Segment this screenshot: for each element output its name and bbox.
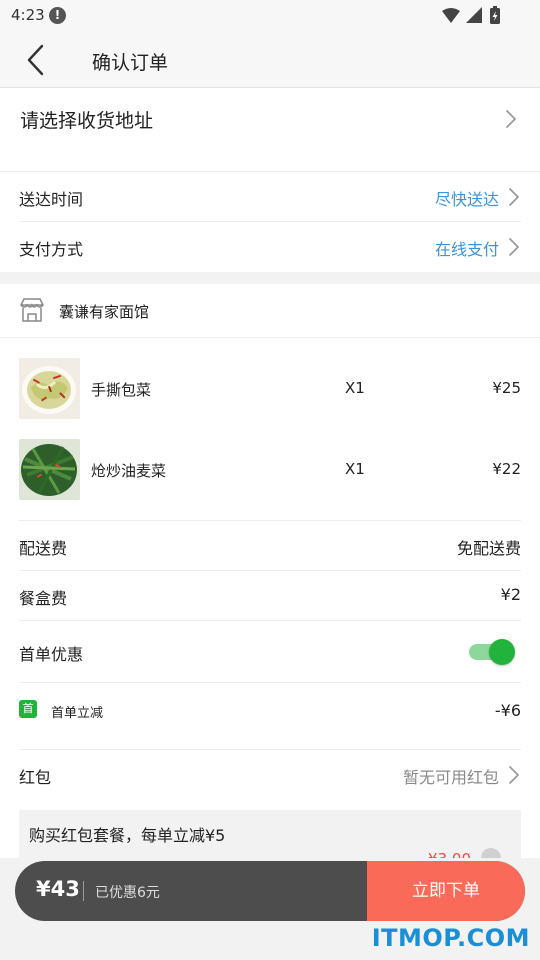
address-label: 请选择收货地址 [20, 110, 154, 132]
checkout-bar: ¥43 已优惠6元 立即下单 [15, 861, 525, 921]
delivery-fee-label: 配送费 [19, 539, 68, 558]
chevron-right-icon [509, 188, 519, 206]
first-order-discount-row: 首 首单立减 -¥6 [19, 682, 521, 748]
item-price: ¥22 [492, 460, 521, 478]
chevron-right-icon [506, 110, 516, 128]
delivery-time-label: 送达时间 [19, 190, 84, 209]
saved-amount: 已优惠6元 [95, 885, 160, 901]
delivery-fee-value: 免配送费 [456, 539, 521, 558]
first-order-badge: 首 [19, 700, 37, 718]
item-name: 手撕包菜 [91, 381, 152, 399]
first-order-discount-value: -¥6 [494, 701, 521, 720]
total-price: ¥43 [36, 877, 80, 901]
status-time: 4:23 [11, 6, 45, 24]
system-status-icons [442, 6, 500, 24]
payment-method-value: 在线支付 [434, 240, 499, 259]
item-quantity: X1 [345, 379, 365, 397]
page-title: 确认订单 [92, 52, 169, 74]
first-order-row: 首单优惠 [19, 620, 521, 682]
divider [83, 881, 84, 901]
chevron-right-icon [509, 238, 519, 256]
first-order-discount-label: 首单立减 [51, 706, 104, 721]
dish-image-cabbage [19, 358, 80, 419]
watermark: ITMOP.COM [371, 924, 530, 952]
delivery-fee-row: 配送费 免配送费 [19, 520, 521, 570]
box-fee-row: 餐盒费 ¥2 [19, 570, 521, 620]
red-packet-row[interactable]: 红包 暂无可用红包 [19, 749, 521, 799]
red-packet-value: 暂无可用红包 [402, 768, 499, 787]
order-item: 手撕包菜 X1 ¥25 [19, 358, 521, 420]
first-order-label: 首单优惠 [19, 645, 84, 664]
first-order-toggle[interactable] [469, 639, 515, 665]
box-fee-value: ¥2 [500, 585, 521, 604]
red-packet-label: 红包 [19, 768, 52, 787]
chevron-right-icon [509, 766, 519, 784]
toggle-knob [489, 639, 515, 665]
delivery-time-value: 尽快送达 [434, 190, 499, 209]
store-icon [20, 298, 44, 322]
dish-image-lettuce [19, 439, 80, 500]
box-fee-label: 餐盒费 [19, 589, 68, 608]
shop-name: 囊谦有家面馆 [59, 303, 150, 321]
top-app-bar: 确认订单 [0, 32, 540, 88]
status-bar: 4:23 ! [0, 0, 540, 32]
address-selector[interactable]: 请选择收货地址 [0, 88, 540, 172]
promo-text: 购买红包套餐，每单立减¥5 [29, 826, 226, 845]
alert-circle-icon: ! [49, 7, 66, 24]
delivery-payment-section: 送达时间 尽快送达 支付方式 在线支付 [0, 172, 540, 272]
order-item: 炝炒油麦菜 X1 ¥22 [19, 439, 521, 501]
item-price: ¥25 [492, 379, 521, 397]
payment-method-row[interactable]: 支付方式 在线支付 [19, 222, 521, 272]
signal-icon [466, 7, 482, 23]
wifi-icon [442, 8, 460, 23]
place-order-button[interactable]: 立即下单 [367, 861, 525, 921]
back-arrow-icon[interactable] [22, 42, 58, 78]
delivery-time-row[interactable]: 送达时间 尽快送达 [19, 172, 521, 222]
item-quantity: X1 [345, 460, 365, 478]
payment-method-label: 支付方式 [19, 240, 84, 259]
shop-header: 囊谦有家面馆 [0, 284, 540, 338]
item-name: 炝炒油麦菜 [91, 462, 167, 480]
